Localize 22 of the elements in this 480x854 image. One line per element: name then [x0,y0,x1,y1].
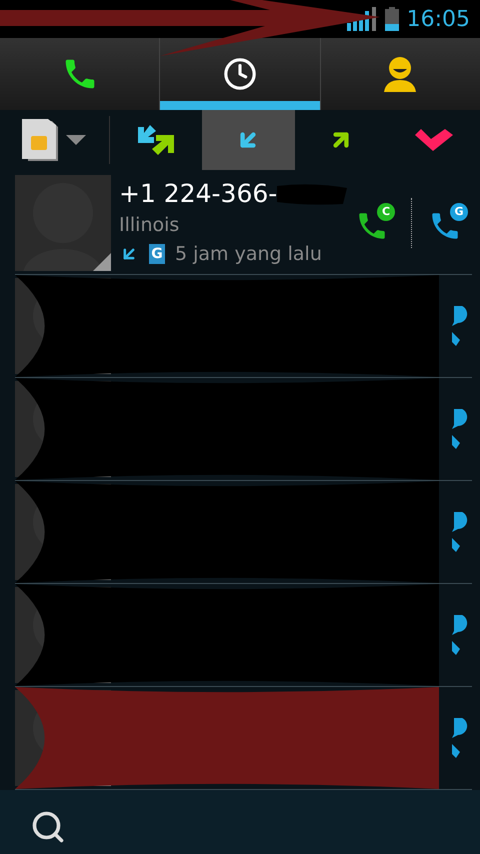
dropdown-caret-icon [66,135,86,145]
main-tab[interactable] [159,38,320,110]
call-icon-fragment [452,512,468,552]
call-button[interactable]: G [428,203,468,243]
call-icon-fragment [452,615,468,655]
clock-time: 16:05 [406,6,470,34]
filter-tab[interactable] [202,110,295,170]
phone-number: +1 224-366- [119,178,278,210]
call-button[interactable]: C [355,203,395,243]
battery-icon [384,7,399,31]
call-time: 5 jam yang lalu [175,242,322,267]
call-icon-fragment [452,718,468,758]
call-icon-fragment [452,409,468,449]
sim-card-icon [22,119,58,161]
clock-icon [222,57,257,91]
incoming-outgoing-icon [136,123,176,157]
g-badge-icon: G [149,244,165,264]
missed-call-icon [414,129,453,151]
person-icon [383,56,418,92]
search-icon[interactable] [30,809,66,845]
call-icon-fragment [452,306,468,346]
location-text: Illinois [119,212,180,238]
